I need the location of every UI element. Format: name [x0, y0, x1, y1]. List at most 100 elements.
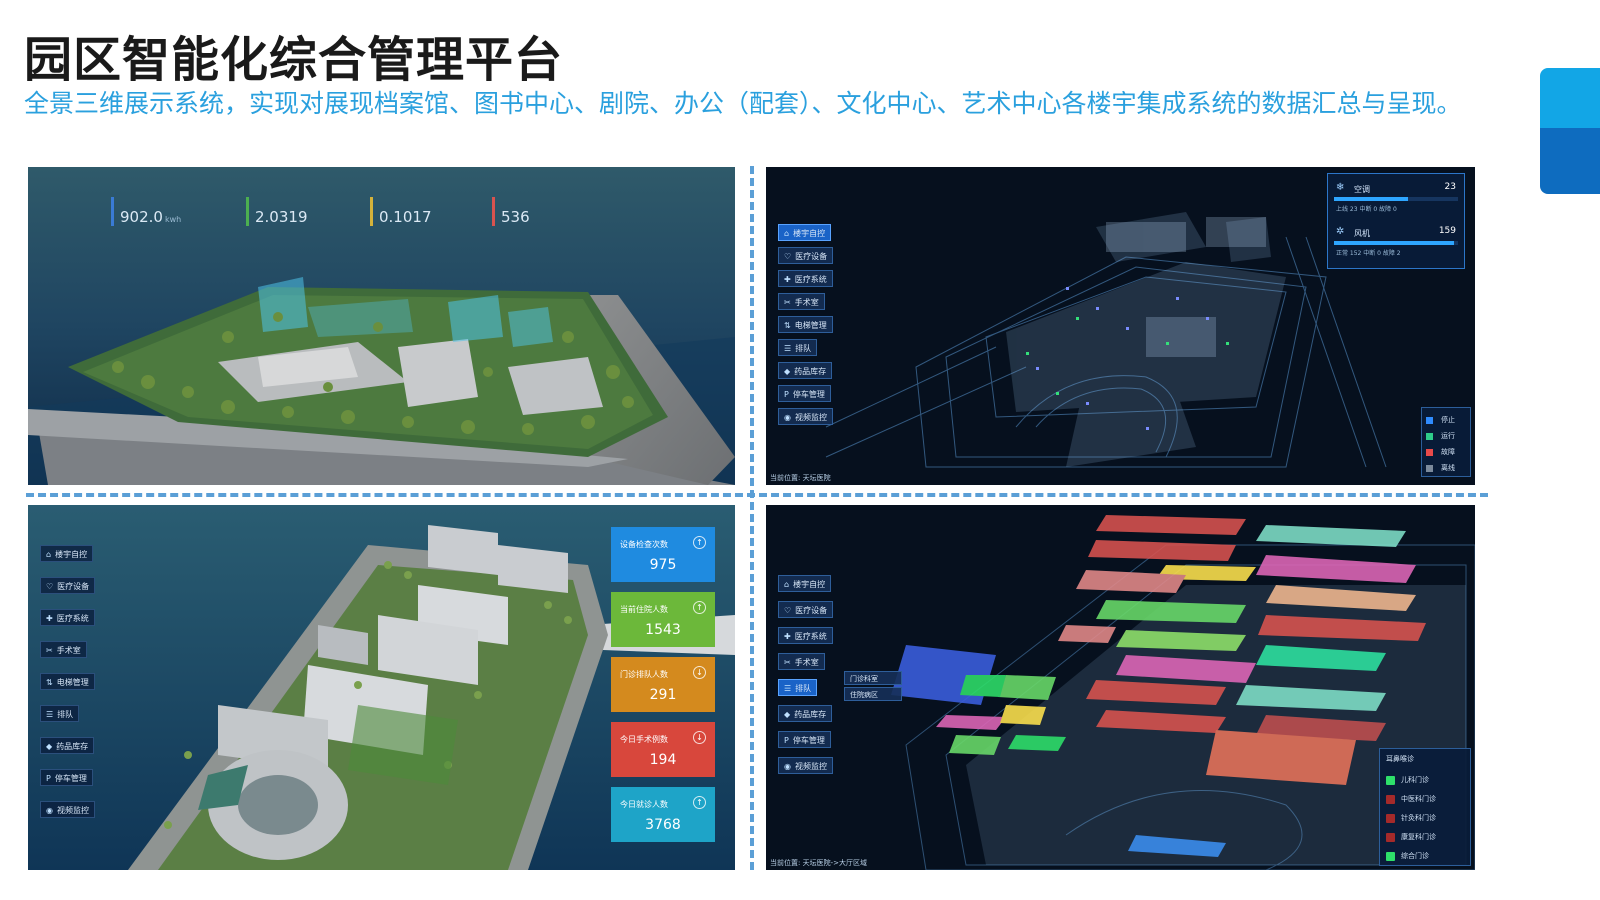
menu-label: 手术室: [794, 298, 819, 307]
menu-item-parking[interactable]: P 停车管理: [40, 769, 93, 786]
menu-label: 视频监控: [794, 413, 827, 422]
submenu-outpatient[interactable]: 门诊科室: [844, 671, 902, 685]
stat-card-device-checks[interactable]: 设备检查次数 ↑ 975: [611, 527, 715, 582]
legend-label: 运行: [1441, 432, 1455, 440]
card-title: 门诊排队人数: [620, 670, 668, 679]
kpi-label: [120, 197, 181, 207]
stat-card-inpatients[interactable]: 当前住院人数 ↑ 1543: [611, 592, 715, 647]
queue-icon: ☰: [784, 684, 792, 693]
menu-item-medical-equipment[interactable]: ♡ 医疗设备: [778, 601, 834, 618]
menu-item-medical-system[interactable]: ✚ 医疗系统: [778, 627, 833, 644]
campus-3d-view-panel[interactable]: 902.0 kwh 2.0319 0.1017 536: [28, 167, 735, 485]
kpi-value: 902.0: [120, 208, 163, 226]
current-location: 当前位置: 天坛医院->大厅区域: [770, 859, 867, 867]
menu-item-elevator[interactable]: ⇅ 电梯管理: [778, 316, 833, 333]
menu-label: 手术室: [56, 646, 81, 655]
queue-floor-panel[interactable]: ⌂ 楼宇自控 ♡ 医疗设备 ✚ 医疗系统 ✂ 手术室 ☰ 排队 ◆ 药品库存 P 停车管理 ◉…: [766, 505, 1475, 870]
menu-item-medical-system[interactable]: ✚ 医疗系统: [40, 609, 95, 626]
legend-label: 中医科门诊: [1401, 795, 1436, 803]
elevator-icon: ⇅: [784, 321, 791, 330]
horizontal-divider: [26, 493, 1488, 497]
side-tab-bottom[interactable]: [1540, 128, 1600, 194]
legend-item: 停止: [1426, 412, 1466, 428]
stats-value: 159: [1438, 226, 1456, 236]
menu-item-building-control[interactable]: ⌂ 楼宇自控: [778, 575, 832, 592]
menu-item-video[interactable]: ◉ 视频监控: [778, 408, 833, 425]
legend-swatch: [1386, 851, 1395, 861]
kpi-value: 0.1017: [379, 208, 432, 226]
menu-item-pharmacy[interactable]: ◆ 药品库存: [40, 737, 95, 754]
kpi-value: 536: [501, 208, 530, 226]
pill-icon: ◆: [784, 367, 791, 376]
card-title: 当前住院人数: [620, 605, 668, 614]
menu-item-operating-room[interactable]: ✂ 手术室: [778, 653, 825, 670]
menu-item-medical-system[interactable]: ✚ 医疗系统: [778, 270, 833, 287]
menu-label: 视频监控: [56, 806, 89, 815]
legend-label: 针灸科门诊: [1401, 814, 1436, 822]
fan-icon: ✲: [1336, 226, 1345, 237]
menu-label: 停车管理: [792, 390, 825, 399]
card-value: 291: [649, 687, 677, 703]
menu-label: 医疗系统: [56, 614, 89, 623]
legend-item: 康复科门诊: [1386, 828, 1464, 847]
menu-item-operating-room[interactable]: ✂ 手术室: [40, 641, 87, 658]
legend-swatch: [1426, 432, 1433, 440]
legend-label: 离线: [1441, 464, 1455, 472]
legend-item: 故障: [1426, 444, 1466, 460]
stats-progress-fill: [1334, 197, 1409, 201]
menu-item-pharmacy[interactable]: ◆ 药品库存: [778, 362, 833, 379]
arrow-down-icon: ↓: [693, 731, 706, 744]
legend-item: 离线: [1426, 460, 1466, 476]
camera-icon: ◉: [784, 413, 791, 422]
card-value: 975: [649, 557, 677, 573]
vertical-divider: [750, 166, 754, 870]
legend-label: 综合门诊: [1401, 852, 1429, 860]
menu-item-video[interactable]: ◉ 视频监控: [40, 801, 95, 818]
menu-item-building-control[interactable]: ⌂ 楼宇自控: [778, 224, 832, 241]
stats-name: 风机: [1354, 229, 1370, 238]
menu-item-medical-equipment[interactable]: ♡ 医疗设备: [40, 577, 96, 594]
legend-swatch: [1386, 775, 1395, 785]
arrow-up-icon: ↑: [693, 796, 706, 809]
device-monitor-panel[interactable]: ⌂ 楼宇自控 ♡ 医疗设备 ✚ 医疗系统 ✂ 手术室 ⇅ 电梯管理 ☰ 排队 ◆ 药品库存 P…: [766, 167, 1475, 485]
submenu-inpatient[interactable]: 住院病区: [844, 687, 902, 701]
stat-card-visits[interactable]: 今日就诊人数 ↑ 3768: [611, 787, 715, 842]
menu-label: 医疗系统: [794, 632, 827, 641]
legend-swatch: [1426, 464, 1433, 472]
legend-label: 故障: [1441, 448, 1455, 456]
side-tab-top[interactable]: [1540, 68, 1600, 128]
menu-item-pharmacy[interactable]: ◆ 药品库存: [778, 705, 833, 722]
snowflake-icon: ❄: [1336, 182, 1345, 193]
stats-name: 空调: [1354, 185, 1370, 194]
menu-item-building-control[interactable]: ⌂ 楼宇自控: [40, 545, 94, 562]
stats-progress-bar: [1334, 197, 1458, 201]
current-location: 当前位置: 天坛医院: [770, 474, 831, 482]
stats-sub: 正常 152 中断 0 故障 2: [1336, 250, 1401, 257]
stat-card-outpatient-queue[interactable]: 门诊排队人数 ↓ 291: [611, 657, 715, 712]
menu-item-elevator[interactable]: ⇅ 电梯管理: [40, 673, 95, 690]
menu-item-parking[interactable]: P 停车管理: [778, 731, 831, 748]
kpi-3: 0.1017: [370, 197, 432, 226]
queue-icon: ☰: [784, 344, 792, 353]
pill-icon: ◆: [46, 742, 53, 751]
parking-icon: P: [46, 774, 51, 783]
menu-item-parking[interactable]: P 停车管理: [778, 385, 831, 402]
menu-label: 手术室: [794, 658, 819, 667]
stat-card-surgeries[interactable]: 今日手术例数 ↓ 194: [611, 722, 715, 777]
menu-label: 药品库存: [794, 710, 827, 719]
card-title: 今日手术例数: [620, 735, 668, 744]
legend-item: 运行: [1426, 428, 1466, 444]
kpi-label: [379, 197, 432, 207]
card-value: 194: [649, 752, 677, 768]
arrow-up-icon: ↑: [693, 536, 706, 549]
menu-item-medical-equipment[interactable]: ♡ 医疗设备: [778, 247, 834, 264]
legend-label: 儿科门诊: [1401, 776, 1429, 784]
menu-item-queue[interactable]: ☰ 排队: [778, 679, 818, 696]
menu-label: 排队: [795, 684, 812, 693]
menu-item-operating-room[interactable]: ✂ 手术室: [778, 293, 825, 310]
stats-sub: 上线 23 中断 0 故障 0: [1336, 206, 1397, 213]
menu-item-video[interactable]: ◉ 视频监控: [778, 757, 833, 774]
hospital-overview-panel[interactable]: ⌂ 楼宇自控 ♡ 医疗设备 ✚ 医疗系统 ✂ 手术室 ⇅ 电梯管理 ☰ 排队 ◆ 药品库存 P…: [28, 505, 735, 870]
menu-item-queue[interactable]: ☰ 排队: [778, 339, 818, 356]
menu-item-queue[interactable]: ☰ 排队: [40, 705, 80, 722]
